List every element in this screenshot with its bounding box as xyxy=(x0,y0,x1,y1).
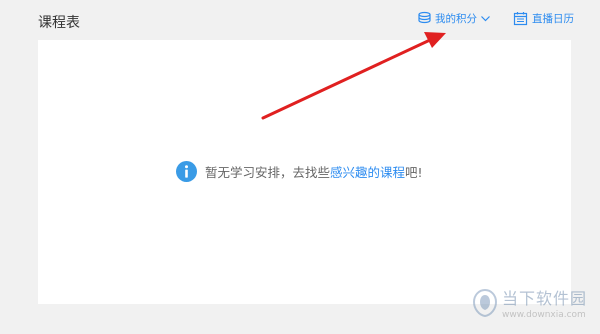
page-header: 课程表 我的积分 直播日历 xyxy=(0,0,600,40)
watermark-url: www.downxia.com xyxy=(502,310,586,320)
page-title: 课程表 xyxy=(38,15,80,31)
watermark-logo-icon xyxy=(472,288,498,317)
calendar-icon xyxy=(513,12,528,26)
live-calendar-link[interactable]: 直播日历 xyxy=(513,11,574,26)
chevron-down-icon xyxy=(481,16,490,22)
interesting-courses-link[interactable]: 感兴趣的课程 xyxy=(330,165,405,180)
coins-stack-icon xyxy=(418,11,431,24)
watermark-title: 当下软件园 xyxy=(502,289,588,308)
my-points-label: 我的积分 xyxy=(435,13,477,25)
info-icon xyxy=(176,161,197,182)
live-calendar-label: 直播日历 xyxy=(532,13,574,25)
empty-state: 暂无学习安排，去找些感兴趣的课程吧! xyxy=(176,161,423,182)
schedule-panel: 暂无学习安排，去找些感兴趣的课程吧! xyxy=(38,40,571,304)
empty-state-message: 暂无学习安排，去找些感兴趣的课程吧! xyxy=(205,162,423,181)
empty-state-prefix: 暂无学习安排，去找些 xyxy=(205,165,331,180)
watermark: 当下软件园 www.downxia.com xyxy=(472,285,587,320)
my-points-dropdown[interactable]: 我的积分 xyxy=(417,11,491,26)
empty-state-suffix: 吧! xyxy=(405,165,423,180)
